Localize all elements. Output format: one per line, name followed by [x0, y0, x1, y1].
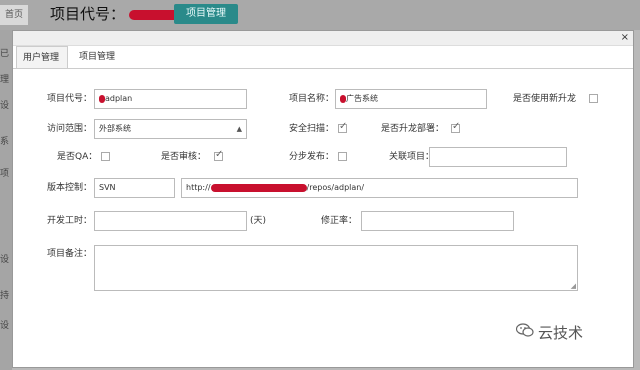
dev-days-unit: (天) — [250, 216, 267, 226]
tab-home[interactable]: 首页 — [0, 5, 28, 25]
sidebar-fragment[interactable]: 已 — [0, 46, 9, 59]
project-code-value: adplan — [105, 94, 133, 103]
tab-project-management[interactable]: 项目管理 — [73, 46, 129, 68]
watermark: 云技术 — [516, 322, 584, 343]
fix-rate-input[interactable] — [361, 211, 514, 231]
chat-bubble-icon — [516, 323, 534, 337]
version-control-label: 版本控制： — [47, 183, 93, 193]
sidebar-fragment[interactable]: 设 — [0, 318, 9, 331]
access-scope-label: 访问范围： — [47, 124, 93, 134]
sidebar-fragment[interactable]: 项 — [0, 166, 9, 179]
background-title-text: 项目代号： — [50, 5, 126, 23]
project-modal: × 用户管理 项目管理 项目代号： adplan 项目名称： 广告系统 是否使用… — [12, 30, 634, 368]
is-qa-label: 是否QA： — [57, 152, 98, 162]
project-name-value: 广告系统 — [346, 94, 378, 103]
use-new-ascend-label: 是否使用新升龙 — [513, 94, 577, 104]
project-name-label: 项目名称： — [289, 94, 335, 104]
remarks-textarea[interactable]: ◢ — [94, 245, 578, 291]
dev-days-label: 开发工时： — [47, 216, 93, 226]
project-code-input[interactable]: adplan — [94, 89, 247, 109]
vcs-url-suffix: /repos/adplan/ — [306, 183, 365, 192]
remarks-label: 项目备注： — [47, 249, 93, 259]
ascend-deploy-checkbox[interactable] — [451, 121, 460, 133]
project-name-input[interactable]: 广告系统 — [335, 89, 487, 109]
step-release-label: 分步发布： — [289, 152, 335, 162]
modal-tabs: 用户管理 项目管理 — [13, 46, 633, 69]
vcs-type-input[interactable]: SVN — [94, 178, 175, 198]
use-new-ascend-checkbox[interactable] — [589, 94, 598, 103]
background-sidebar: 已 理 设 系 项 设 持 设 — [0, 30, 12, 370]
security-scan-label: 安全扫描： — [289, 124, 335, 134]
project-code-label: 项目代号： — [47, 94, 93, 104]
access-scope-value: 外部系统 — [99, 124, 131, 133]
is-review-label: 是否审核： — [161, 152, 207, 162]
ascend-deploy-label: 是否升龙部署： — [381, 124, 445, 134]
background-page-title: 项目代号： — [50, 3, 190, 25]
redaction-mark — [210, 183, 307, 192]
project-manage-button[interactable]: 项目管理 — [174, 4, 238, 24]
sidebar-fragment[interactable]: 设 — [0, 252, 9, 265]
related-project-label: 关联项目： — [389, 152, 435, 162]
close-icon[interactable]: × — [621, 31, 629, 45]
sidebar-fragment[interactable]: 设 — [0, 98, 9, 111]
select-caret-icon: ▲▼ — [236, 125, 242, 133]
dev-days-input[interactable] — [94, 211, 247, 231]
sidebar-fragment[interactable]: 系 — [0, 134, 9, 147]
watermark-text: 云技术 — [538, 324, 584, 342]
security-scan-checkbox[interactable] — [338, 121, 347, 133]
resize-grip-icon[interactable]: ◢ — [571, 282, 576, 290]
access-scope-select[interactable]: 外部系统 ▲▼ — [94, 119, 247, 139]
related-project-input[interactable] — [429, 147, 567, 167]
sidebar-fragment[interactable]: 理 — [0, 72, 9, 85]
is-review-checkbox[interactable] — [214, 149, 223, 161]
vcs-url-input[interactable]: http:// /repos/adplan/ — [181, 178, 578, 198]
vcs-url-prefix: http:// — [186, 183, 211, 192]
sidebar-fragment[interactable]: 持 — [0, 288, 9, 301]
fix-rate-label: 修正率： — [321, 216, 358, 226]
tab-user-management[interactable]: 用户管理 — [16, 46, 68, 68]
modal-titlebar: × — [13, 31, 633, 46]
is-qa-checkbox[interactable] — [101, 152, 110, 161]
step-release-checkbox[interactable] — [338, 152, 347, 161]
